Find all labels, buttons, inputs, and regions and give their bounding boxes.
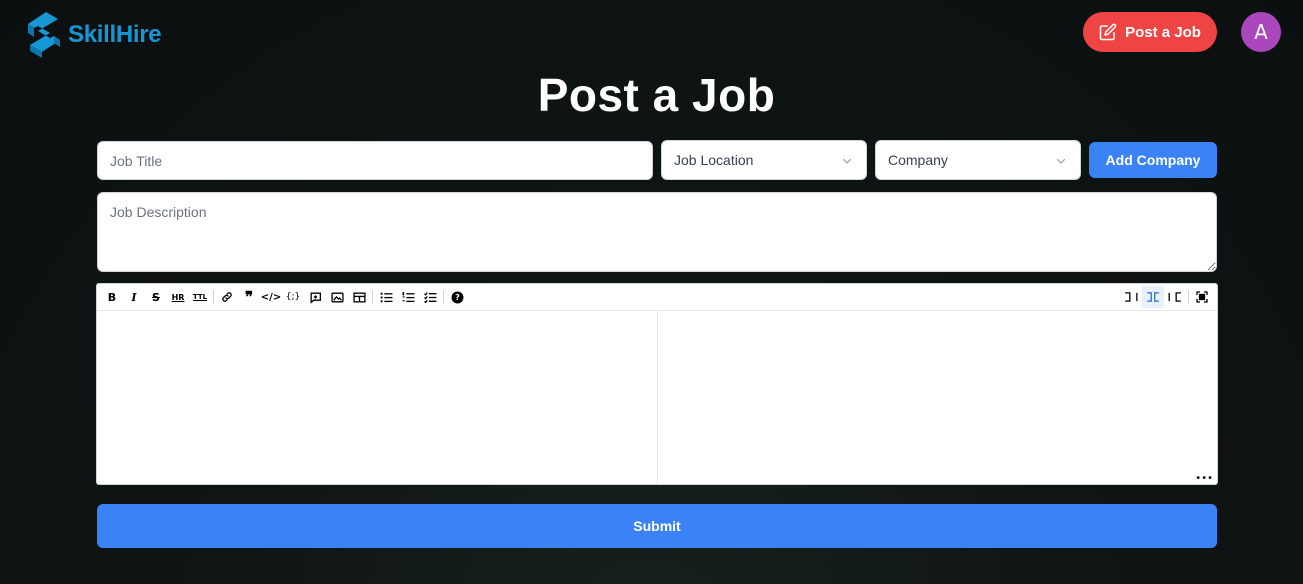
help-icon[interactable]: ? (446, 286, 468, 308)
horizontal-rule-icon[interactable]: HR (167, 286, 189, 308)
strikethrough-icon[interactable]: S (145, 286, 167, 308)
toolbar-divider (372, 290, 373, 304)
submit-button[interactable]: Submit (97, 504, 1217, 548)
edit-icon (1099, 23, 1117, 41)
preview-mode-icon[interactable] (1164, 286, 1186, 308)
post-job-page: SkillHire Post a Job A Post a Job Job Lo… (0, 0, 1303, 584)
job-location-select[interactable]: Job Location (661, 140, 867, 180)
italic-icon[interactable]: I (123, 286, 145, 308)
skillhire-logo[interactable]: SkillHire (24, 10, 162, 60)
user-avatar[interactable]: A (1241, 12, 1281, 52)
title-icon[interactable]: TTL (189, 286, 211, 308)
resize-handle-icon[interactable]: ••• (1195, 474, 1213, 484)
link-icon[interactable] (216, 286, 238, 308)
job-description-textarea[interactable] (97, 192, 1217, 272)
image-icon[interactable] (326, 286, 348, 308)
markdown-editor: B I S HR TTL ❞ </> {;} ? ••• (96, 283, 1218, 485)
ordered-list-icon[interactable] (397, 286, 419, 308)
comment-icon[interactable] (304, 286, 326, 308)
post-a-job-label: Post a Job (1125, 23, 1201, 41)
brand-name: SkillHire (68, 21, 162, 48)
markdown-input-pane[interactable] (97, 311, 658, 484)
quote-icon[interactable]: ❞ (238, 286, 260, 308)
table-icon[interactable] (348, 286, 370, 308)
company-selected: Company (888, 152, 948, 168)
add-company-button[interactable]: Add Company (1089, 142, 1217, 178)
page-title: Post a Job (537, 69, 776, 121)
live-mode-icon[interactable] (1142, 286, 1164, 308)
markdown-preview-pane: ••• (658, 311, 1217, 484)
checked-list-icon[interactable] (419, 286, 441, 308)
code-block-icon[interactable]: {;} (282, 286, 304, 308)
fullscreen-icon[interactable] (1191, 286, 1213, 308)
editor-panes: ••• (97, 311, 1217, 484)
post-a-job-button[interactable]: Post a Job (1083, 12, 1217, 52)
company-select[interactable]: Company (875, 140, 1081, 180)
chevron-down-icon (1056, 158, 1066, 164)
chevron-down-icon (842, 158, 852, 164)
logo-s-icon (28, 12, 60, 58)
edit-mode-icon[interactable] (1120, 286, 1142, 308)
editor-mode-toggles (1120, 286, 1213, 308)
unordered-list-icon[interactable] (375, 286, 397, 308)
toolbar-divider (213, 290, 214, 304)
toolbar-divider (443, 290, 444, 304)
code-icon[interactable]: </> (260, 286, 282, 308)
svg-text:?: ? (455, 292, 460, 302)
job-location-selected: Job Location (674, 152, 754, 168)
bold-icon[interactable]: B (101, 286, 123, 308)
toolbar-divider (1188, 290, 1189, 304)
job-title-input[interactable] (97, 141, 653, 180)
editor-toolbar: B I S HR TTL ❞ </> {;} ? (97, 284, 1217, 311)
